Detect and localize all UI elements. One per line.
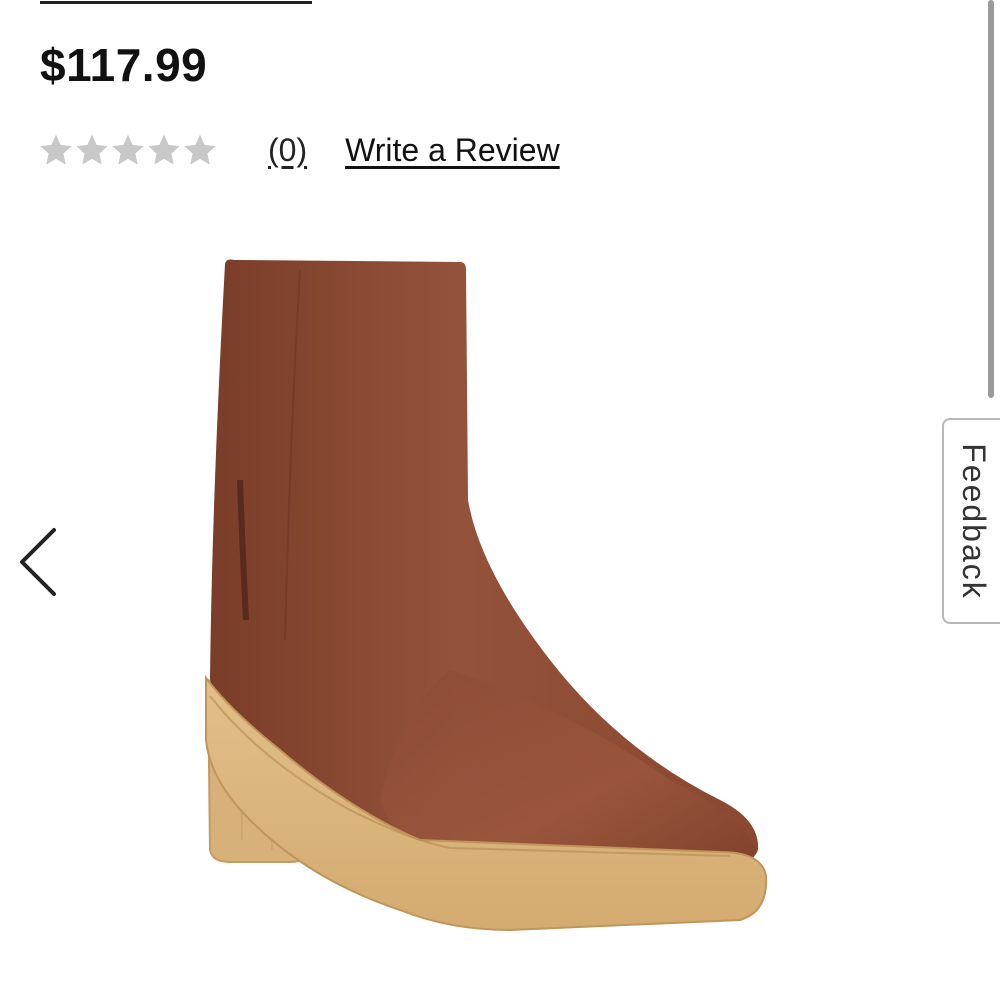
scrollbar[interactable] [988,0,994,398]
star-icon [40,134,72,165]
star-icon [148,134,180,165]
product-price: $117.99 [40,39,208,91]
star-icon [76,134,108,165]
star-rating [38,132,218,168]
feedback-label: Feedback [955,442,992,600]
star-icon [184,134,216,165]
rating-row: (0) Write a Review [38,128,560,172]
review-count-link[interactable]: (0) [268,132,307,169]
write-review-link[interactable]: Write a Review [345,132,560,169]
boot-icon [205,259,768,932]
feedback-tab[interactable]: Feedback [942,418,1000,624]
chevron-left-icon[interactable] [12,522,64,602]
top-link-underline[interactable] [40,0,312,4]
star-icon [112,134,144,165]
product-image [205,259,768,932]
